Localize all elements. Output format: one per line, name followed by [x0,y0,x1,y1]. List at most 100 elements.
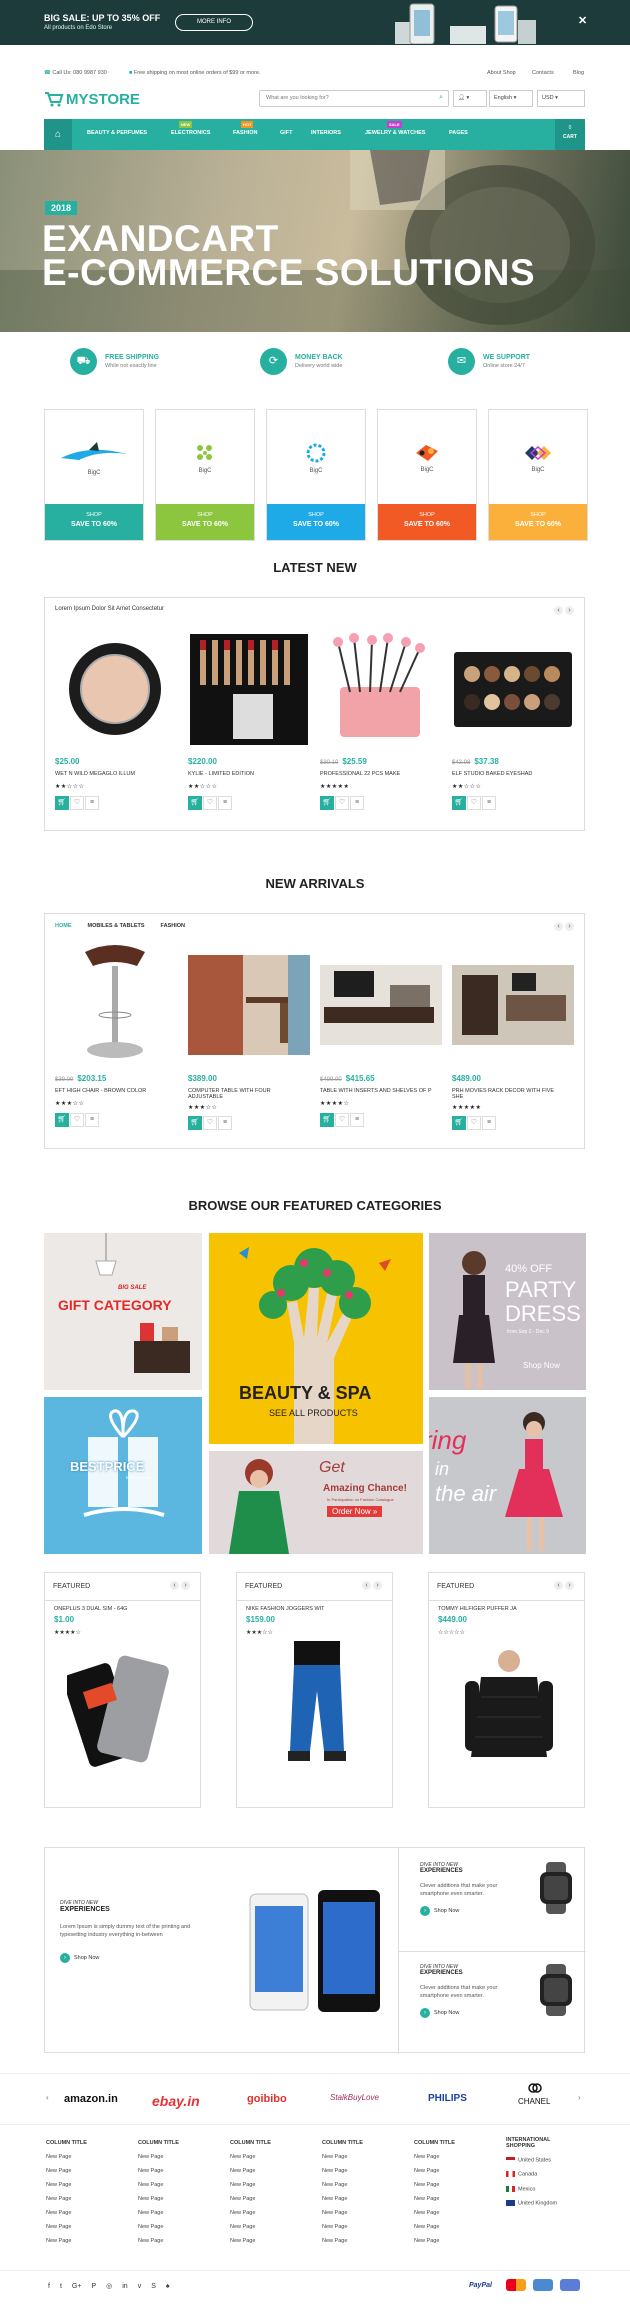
language-select[interactable]: English ▾ [489,90,533,107]
footer-link[interactable]: New Page [46,2224,87,2230]
product-name[interactable]: PROFESSIONAL 22 PCS MAKE [320,771,400,777]
brand-amazon[interactable]: amazon.in [64,2093,118,2105]
country-canada[interactable]: Canada [506,2171,557,2178]
util-link-contacts[interactable]: Contacts [532,70,554,76]
product-card-arrival-1[interactable]: $39.00 $203.15 EFT HIGH CHAIR - BROWN COL… [55,1074,146,1127]
experience-shop-now[interactable]: › Shop Now [420,2008,520,2018]
add-to-cart-icon[interactable]: 🛒︎ [320,796,334,810]
brand-ebay[interactable]: ebay.in [152,2093,200,2109]
wishlist-heart-icon[interactable]: ♡ [467,1116,481,1130]
nav-item-beauty[interactable]: BEAUTY & PERFUMES [87,130,147,136]
category-gift-tile[interactable]: BIG SALE GIFT CATEGORY [44,1233,202,1390]
wishlist-heart-icon[interactable]: ♡ [70,796,84,810]
add-to-cart-icon[interactable]: 🛒︎ [452,1116,466,1130]
footer-link[interactable]: New Page [414,2154,455,2160]
party-shop-now[interactable]: Shop Now [523,1361,560,1370]
footer-link[interactable]: New Page [414,2210,455,2216]
footer-link[interactable]: New Page [138,2238,179,2244]
wishlist-heart-icon[interactable]: ♡ [203,1116,217,1130]
next-arrow-icon[interactable]: › [565,606,574,615]
nav-item-pages[interactable]: PAGES [449,130,468,136]
footer-link[interactable]: New Page [230,2224,271,2230]
experience-shop-now[interactable]: › Shop Now [420,1906,520,1916]
footer-link[interactable]: New Page [230,2238,271,2244]
instagram-icon[interactable]: ◎ [106,2283,112,2290]
next-arrow-icon[interactable]: › [181,1581,190,1590]
order-now-button[interactable]: Order Now » [327,1506,383,1517]
product-card-arrival-3[interactable]: $499.00 $415.65 TABLE WITH INSERTS AND SH… [320,1074,432,1127]
brand-stalkbuylove[interactable]: StalkBuyLove [330,2093,379,2102]
wishlist-heart-icon[interactable]: ♡ [203,796,217,810]
footer-link[interactable]: New Page [322,2182,363,2188]
featured-arrows[interactable]: ‹ › [552,1581,574,1590]
nav-item-gift[interactable]: GIFT [280,130,293,136]
add-to-cart-icon[interactable]: 🛒︎ [188,1116,202,1130]
google-plus-icon[interactable]: G+ [72,2283,82,2290]
footer-link[interactable]: New Page [138,2154,179,2160]
footer-link[interactable]: New Page [230,2168,271,2174]
shop-band[interactable]: SHOP SAVE TO 60% [45,504,143,540]
category-party-dress-tile[interactable]: 40% OFF PARTY DRESS from Sep 2 - Dec 9 S… [429,1233,586,1390]
footer-link[interactable]: New Page [46,2168,87,2174]
search-input[interactable]: What are you looking for? ⌕ [259,90,449,107]
vimeo-icon[interactable]: v [138,2283,142,2290]
footer-link[interactable]: New Page [230,2182,271,2188]
product-card-arrival-2[interactable]: $389.00 COMPUTER TABLE WITH FOUR ADJUSTA… [188,1074,271,1130]
footer-link[interactable]: New Page [322,2196,363,2202]
footer-link[interactable]: New Page [46,2238,87,2244]
brand-goibibo[interactable]: goibibo [247,2093,287,2105]
featured-product-name[interactable]: NIKE FASHION JOGGERS WIT [246,1606,325,1612]
nav-item-fashion[interactable]: FASHION HOT [233,121,257,136]
product-card-latest-1[interactable]: $25.00 WET N WILD MEGAGLO ILLUM ★★☆☆☆ 🛒︎… [55,757,135,810]
compare-icon[interactable]: ≡ [350,796,364,810]
see-all-products-link[interactable]: SEE ALL PRODUCTS [269,1408,358,1418]
search-icon[interactable]: ⌕ [439,94,443,102]
tab-mobiles[interactable]: MOBILES & TABLETS [88,923,145,929]
footer-link[interactable]: New Page [46,2196,87,2202]
compare-icon[interactable]: ≡ [85,796,99,810]
footer-link[interactable]: New Page [322,2224,363,2230]
product-name[interactable]: TABLE WITH INSERTS AND SHELVES OF P [320,1088,432,1094]
featured-product-name[interactable]: TOMMY HILFIGER PUFFER JA [438,1606,517,1612]
compare-icon[interactable]: ≡ [482,1116,496,1130]
footer-link[interactable]: New Page [414,2182,455,2188]
footer-link[interactable]: New Page [322,2154,363,2160]
twitter-icon[interactable]: t [60,2283,62,2290]
country-uk[interactable]: United Kingdom [506,2200,557,2207]
category-spring-tile[interactable]: ring in the air [429,1397,586,1554]
footer-link[interactable]: New Page [414,2196,455,2202]
product-name[interactable]: EFT HIGH CHAIR - BROWN COLOR [55,1088,146,1094]
close-banner-button[interactable]: ✕ [578,14,587,27]
latest-carousel-arrows[interactable]: ‹ › [552,606,574,615]
footer-link[interactable]: New Page [322,2210,363,2216]
nav-item-interiors[interactable]: INTERIORS [311,130,341,136]
prev-arrow-icon[interactable]: ‹ [170,1581,179,1590]
facebook-icon[interactable]: f [48,2283,50,2290]
currency-select[interactable]: USD ▾ [537,90,585,107]
next-arrow-icon[interactable]: › [565,922,574,931]
snapchat-icon[interactable]: ♠ [166,2283,170,2290]
category-beauty-tile[interactable]: BEAUTY & SPA SEE ALL PRODUCTS [209,1233,423,1444]
shop-band[interactable]: SHOP SAVE TO 60% [267,504,365,540]
arrivals-carousel-arrows[interactable]: ‹ › [552,922,574,931]
footer-link[interactable]: New Page [414,2224,455,2230]
product-card-latest-2[interactable]: $220.00 KYLIE - LIMITED EDITION ★★☆☆☆ 🛒︎… [188,757,254,810]
brand-card[interactable]: BigC SHOP SAVE TO 60% [266,409,366,541]
add-to-cart-icon[interactable]: 🛒︎ [452,796,466,810]
footer-link[interactable]: New Page [46,2154,87,2160]
footer-link[interactable]: New Page [230,2154,271,2160]
footer-link[interactable]: New Page [322,2238,363,2244]
cart-button[interactable]: 0 CART [555,119,585,150]
add-to-cart-icon[interactable]: 🛒︎ [188,796,202,810]
prev-arrow-icon[interactable]: ‹ [554,606,563,615]
footer-link[interactable]: New Page [138,2210,179,2216]
brands-next-arrow-icon[interactable]: › [578,2093,581,2102]
featured-arrows[interactable]: ‹ › [360,1581,382,1590]
shop-band[interactable]: SHOP SAVE TO 60% [489,504,587,540]
util-link-blog[interactable]: Blog [573,70,584,76]
brand-card[interactable]: BigC SHOP SAVE TO 60% [44,409,144,541]
wishlist-heart-icon[interactable]: ♡ [335,1113,349,1127]
wishlist-heart-icon[interactable]: ♡ [335,796,349,810]
tab-home[interactable]: HOME [55,923,72,929]
featured-arrows[interactable]: ‹ › [168,1581,190,1590]
